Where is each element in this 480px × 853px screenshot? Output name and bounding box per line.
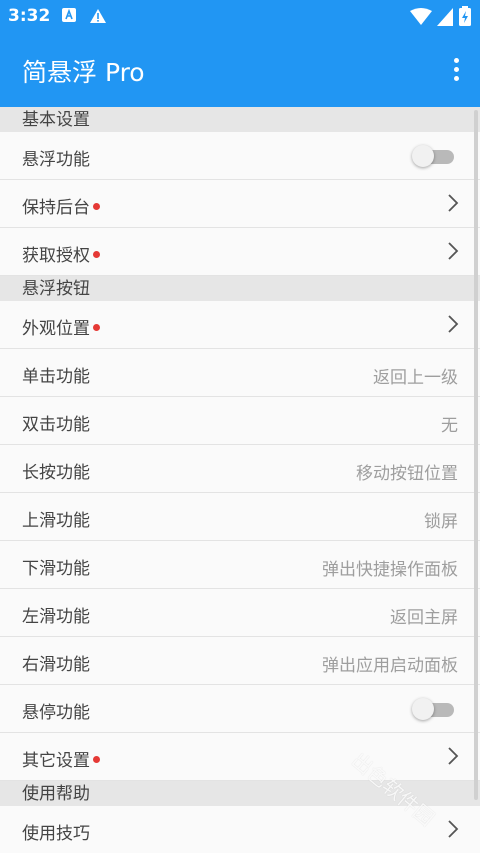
swipe-up-value: 锁屏	[424, 512, 458, 532]
single-click-label: 单击功能	[22, 367, 90, 387]
swipe-down-row[interactable]: 下滑功能 弹出快捷操作面板	[0, 541, 480, 589]
swipe-up-label: 上滑功能	[22, 511, 90, 531]
float-function-toggle[interactable]	[412, 145, 456, 167]
swipe-down-value: 弹出快捷操作面板	[322, 560, 458, 580]
single-click-row[interactable]: 单击功能 返回上一级	[0, 349, 480, 397]
status-time: 3:32	[8, 6, 51, 26]
section-header-button: 悬浮按钮	[0, 276, 480, 301]
red-dot-badge	[93, 202, 100, 210]
hover-function-row[interactable]: 悬停功能	[0, 685, 480, 733]
single-click-value: 返回上一级	[373, 368, 458, 388]
get-permission-row[interactable]: 获取授权	[0, 228, 480, 276]
text-a-icon	[62, 8, 76, 22]
other-settings-label: 其它设置	[22, 751, 90, 771]
swipe-left-value: 返回主屏	[390, 608, 458, 628]
hover-function-label: 悬停功能	[22, 703, 90, 723]
more-options-icon[interactable]	[452, 58, 460, 82]
tips-label: 使用技巧	[22, 824, 90, 844]
double-click-value: 无	[441, 416, 458, 436]
long-press-label: 长按功能	[22, 463, 90, 483]
swipe-left-label: 左滑功能	[22, 607, 90, 627]
chevron-right-icon	[448, 747, 459, 765]
swipe-up-row[interactable]: 上滑功能 锁屏	[0, 493, 480, 541]
red-dot-badge	[93, 755, 100, 763]
float-function-label: 悬浮功能	[22, 150, 90, 170]
red-dot-badge	[93, 323, 100, 331]
appearance-position-label: 外观位置	[22, 319, 90, 339]
warning-icon	[90, 9, 106, 23]
app-bar: 简悬浮 Pro	[0, 34, 480, 107]
appearance-position-row[interactable]: 外观位置	[0, 301, 480, 349]
signal-icon	[437, 8, 453, 26]
double-click-row[interactable]: 双击功能 无	[0, 397, 480, 445]
long-press-row[interactable]: 长按功能 移动按钮位置	[0, 445, 480, 493]
double-click-label: 双击功能	[22, 415, 90, 435]
chevron-right-icon	[448, 194, 459, 212]
long-press-value: 移动按钮位置	[356, 464, 458, 484]
red-dot-badge	[93, 250, 100, 258]
swipe-left-row[interactable]: 左滑功能 返回主屏	[0, 589, 480, 637]
chevron-right-icon	[448, 242, 459, 260]
other-settings-row[interactable]: 其它设置	[0, 733, 480, 781]
swipe-down-label: 下滑功能	[22, 559, 90, 579]
battery-icon	[459, 6, 471, 26]
float-function-row[interactable]: 悬浮功能	[0, 132, 480, 180]
status-bar: 3:32	[0, 0, 480, 34]
hover-function-toggle[interactable]	[412, 698, 456, 720]
swipe-right-label: 右滑功能	[22, 655, 90, 675]
swipe-right-row[interactable]: 右滑功能 弹出应用启动面板	[0, 637, 480, 685]
keep-background-row[interactable]: 保持后台	[0, 180, 480, 228]
keep-background-label: 保持后台	[22, 198, 90, 218]
get-permission-label: 获取授权	[22, 246, 90, 266]
scrollbar[interactable]	[474, 110, 478, 800]
chevron-right-icon	[448, 820, 459, 838]
settings-list: 基本设置 悬浮功能 保持后台 获取授权 悬浮按钮 外观位置 单击功能 返回上一级…	[0, 107, 480, 853]
section-header-basic: 基本设置	[0, 107, 480, 132]
chevron-right-icon	[448, 315, 459, 333]
app-title: 简悬浮 Pro	[22, 58, 145, 87]
wifi-icon	[410, 8, 432, 25]
swipe-right-value: 弹出应用启动面板	[322, 656, 458, 676]
